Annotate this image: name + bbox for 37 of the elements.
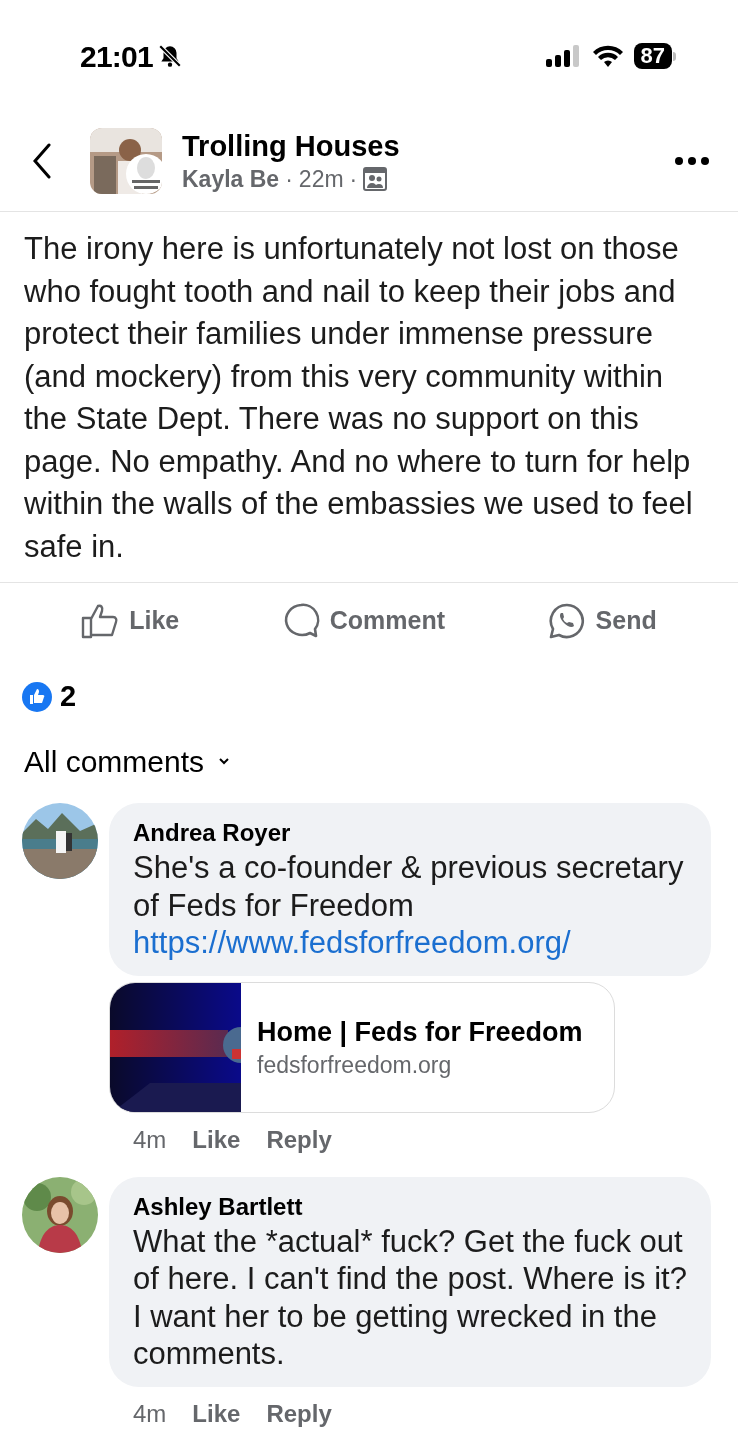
back-icon — [32, 142, 52, 179]
preview-domain: fedsforfreedom.org — [257, 1051, 453, 1080]
reaction-count[interactable]: 2 — [60, 675, 77, 719]
comment-time: 4m — [133, 1398, 167, 1429]
more-icon[interactable] — [674, 155, 710, 166]
post-text: The irony here is unfortunately not lost on those who fought tooth and nail to keep their jobs and protect their families under immense pressure (and mockery) from this very community within the State Dept. There was no support on this page. No empathy. And no where to turn for help within the walls of the embassies we used to feel safe in. — [0, 212, 738, 583]
link-preview-card[interactable]: Home | Feds for Freedom fedsforfreedom.org — [109, 981, 615, 1113]
like-button[interactable]: Like — [81, 602, 180, 640]
send-button[interactable]: Send — [547, 602, 657, 640]
author-name[interactable]: Kayla Be — [182, 163, 280, 194]
reply-link[interactable]: Reply — [266, 1121, 332, 1158]
signal-icon — [545, 44, 582, 68]
post-time: 22m — [298, 164, 344, 194]
separator-dot: · — [285, 164, 293, 194]
like-reaction-icon — [22, 682, 52, 712]
comment-author[interactable]: Andrea Royer — [133, 817, 689, 849]
wifi-icon — [591, 44, 624, 68]
like-link[interactable]: Like — [192, 1395, 241, 1432]
group-icon — [363, 166, 388, 191]
chevron-down-icon — [218, 757, 231, 765]
comment-time: 4m — [133, 1124, 167, 1155]
comment-author[interactable]: Ashley Bartlett — [133, 1190, 689, 1223]
preview-title: Home | Feds for Freedom — [257, 1016, 583, 1049]
reply-link[interactable]: Reply — [266, 1395, 332, 1432]
clock-time: 21:01 — [80, 38, 153, 75]
whatsapp-icon — [547, 602, 586, 640]
thumbs-up-icon — [81, 603, 120, 639]
comment-link[interactable]: https://www.fedsforfreedom.org/ — [133, 924, 689, 962]
battery-level: 87 — [633, 43, 672, 69]
all-comments-dropdown[interactable]: All comments — [0, 741, 231, 781]
separator-dot: · — [349, 164, 358, 194]
comment-text: She's a co-founder & previous secretary of Feds for Freedom — [133, 849, 685, 924]
like-link[interactable]: Like — [192, 1121, 241, 1158]
comment-button[interactable]: Comment — [281, 602, 446, 640]
muted-bell-icon — [157, 43, 183, 69]
comment-text: What the *actual* fuck? Get the fuck out of here. I can't find the post. Where is it? I want her to be getting wrecked in the comments. — [133, 1222, 688, 1373]
page-title: Trolling Houses — [182, 128, 401, 164]
